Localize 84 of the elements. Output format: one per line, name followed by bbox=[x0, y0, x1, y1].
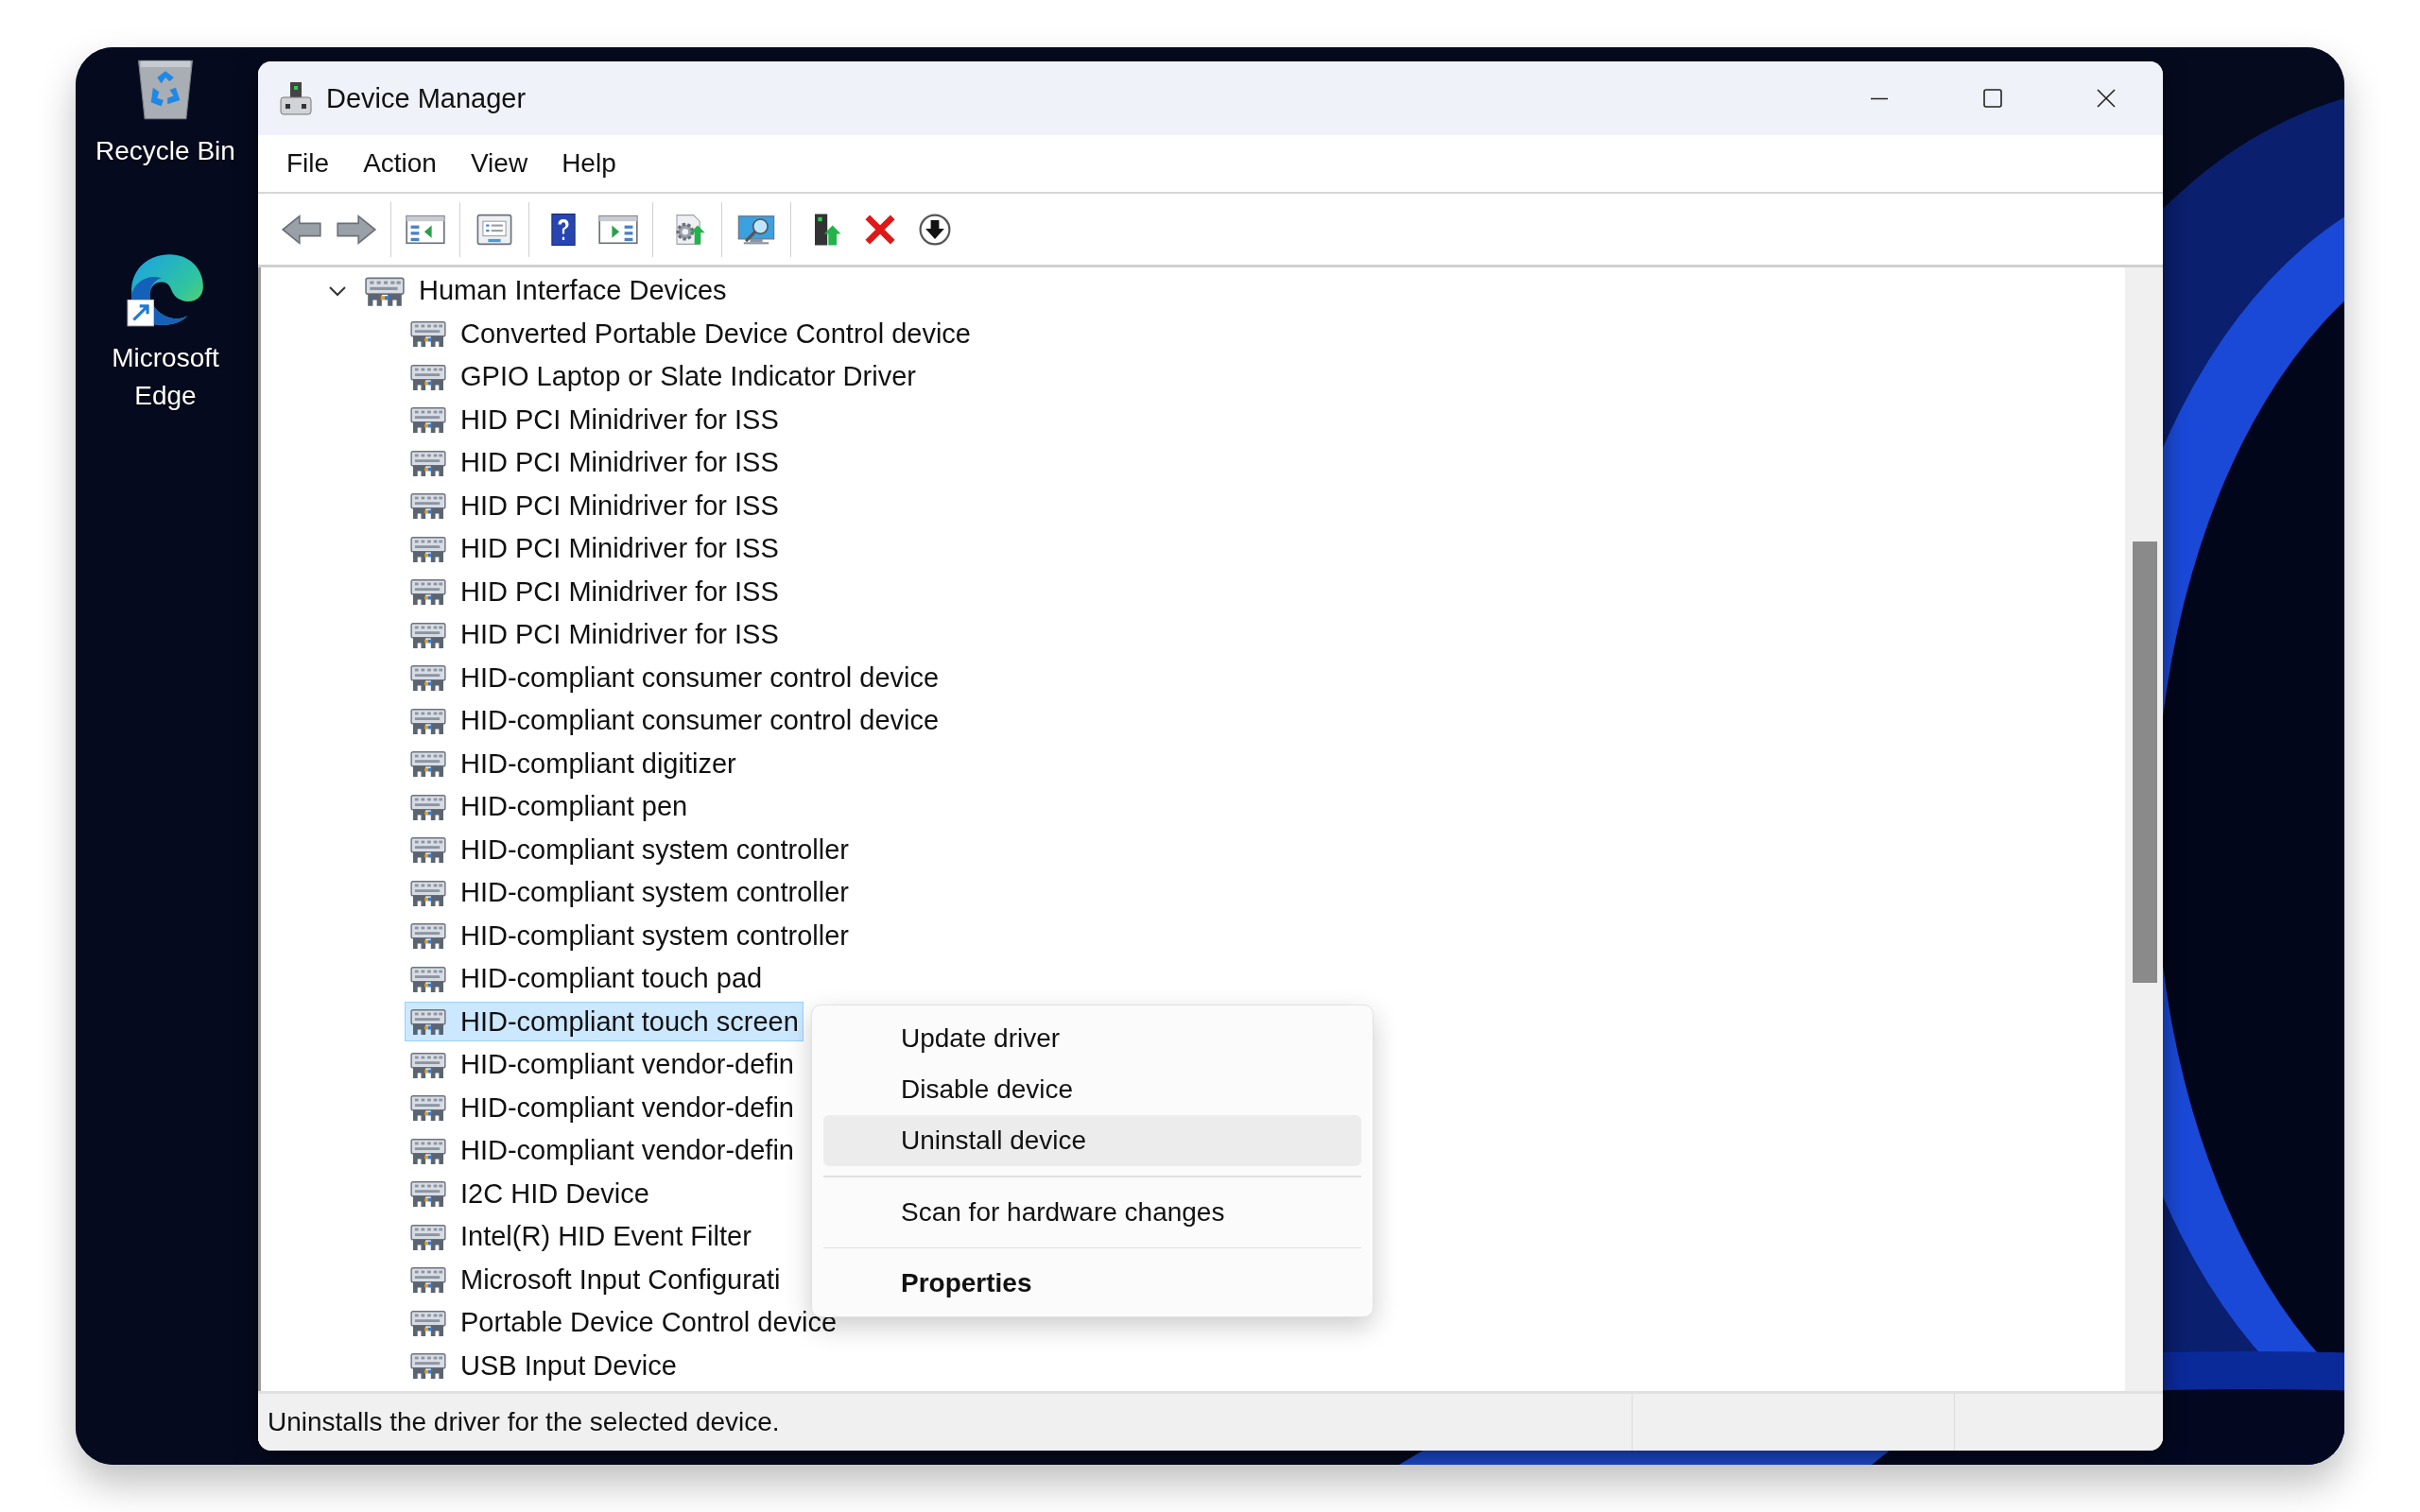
tree-item[interactable]: HID PCI Minidriver for ISS bbox=[405, 442, 784, 483]
device-icon bbox=[409, 404, 447, 436]
device-icon bbox=[409, 748, 447, 780]
tree-item-label: Portable Device Control device bbox=[460, 1307, 838, 1339]
tree-item[interactable]: Human Interface Devices bbox=[359, 270, 732, 311]
tree-item-label: HID PCI Minidriver for ISS bbox=[460, 490, 779, 522]
tree-item[interactable]: HID-compliant touch pad bbox=[405, 958, 768, 999]
tree-item-label: HID PCI Minidriver for ISS bbox=[460, 404, 779, 436]
tree-item-label: Intel(R) HID Event Filter bbox=[460, 1221, 752, 1253]
tree-item[interactable]: HID-compliant system controller bbox=[405, 916, 854, 956]
tree-item-label: HID PCI Minidriver for ISS bbox=[460, 533, 779, 565]
device-icon bbox=[279, 80, 313, 116]
device-icon bbox=[409, 1264, 447, 1296]
device-icon bbox=[409, 834, 447, 866]
forward-arrow-icon[interactable] bbox=[336, 212, 377, 247]
tree-item[interactable]: HID PCI Minidriver for ISS bbox=[405, 614, 784, 655]
tree-item[interactable]: HID-compliant touch screen bbox=[405, 1002, 804, 1042]
context-menu-item[interactable]: Uninstall device bbox=[823, 1115, 1361, 1166]
status-text: Uninstalls the driver for the selected device. bbox=[267, 1407, 781, 1437]
tree-item-label: GPIO Laptop or Slate Indicator Driver bbox=[460, 361, 916, 393]
tree-item-label: HID-compliant vendor-defin bbox=[460, 1049, 794, 1081]
tree-item[interactable]: HID-compliant vendor-defin bbox=[405, 1044, 799, 1085]
tree-item-label: Converted Portable Device Control device bbox=[460, 318, 971, 350]
tree-item[interactable]: GPIO Laptop or Slate Indicator Driver bbox=[405, 356, 921, 397]
menu-item[interactable]: Help bbox=[544, 143, 633, 184]
device-icon bbox=[409, 318, 447, 350]
tree-item-label: HID-compliant touch pad bbox=[460, 963, 763, 995]
desktop-icon-label[interactable]: Recycle Bin bbox=[95, 132, 235, 170]
tree-item[interactable]: USB Input Device bbox=[405, 1346, 682, 1386]
tree-item[interactable]: HID PCI Minidriver for ISS bbox=[405, 400, 784, 440]
device-icon bbox=[409, 662, 447, 694]
tree-item[interactable]: Microsoft Input Configurati bbox=[405, 1260, 786, 1300]
device-icon bbox=[409, 1178, 447, 1210]
tree-item-label: Microsoft Input Configurati bbox=[460, 1263, 781, 1296]
device-icon bbox=[409, 1092, 447, 1124]
device-icon bbox=[409, 576, 447, 608]
context-menu-item[interactable]: Scan for hardware changes bbox=[823, 1186, 1361, 1238]
device-icon bbox=[409, 490, 447, 522]
tree-item[interactable]: HID-compliant digitizer bbox=[405, 744, 741, 784]
tree-item-label: HID-compliant consumer control device bbox=[460, 705, 940, 737]
tree-item-label: HID-compliant vendor-defin bbox=[460, 1135, 794, 1167]
tree-item-label: HID-compliant consumer control device bbox=[460, 662, 940, 694]
tree-item[interactable]: HID-compliant consumer control device bbox=[405, 658, 944, 698]
tree-item-label: HID-compliant system controller bbox=[460, 877, 849, 909]
tree-item[interactable]: HID PCI Minidriver for ISS bbox=[405, 572, 784, 612]
close-icon bbox=[2095, 87, 2118, 110]
maximize-icon bbox=[1981, 87, 2004, 110]
scrollbar-thumb[interactable] bbox=[2133, 541, 2157, 983]
device-icon bbox=[409, 920, 447, 952]
tree-item[interactable]: HID-compliant vendor-defin bbox=[405, 1088, 799, 1128]
minimize-icon bbox=[1868, 96, 1891, 100]
context-menu-item[interactable]: Update driver bbox=[823, 1013, 1361, 1064]
desktop-icon-label[interactable]: Microsoft Edge bbox=[109, 339, 222, 415]
menu-item[interactable]: Action bbox=[346, 143, 454, 184]
tree-item-label: Human Interface Devices bbox=[419, 275, 727, 307]
tree-item[interactable]: I2C HID Device bbox=[405, 1174, 654, 1214]
device-icon bbox=[409, 1006, 447, 1038]
tree-item[interactable]: HID PCI Minidriver for ISS bbox=[405, 528, 784, 569]
menu-item[interactable]: File bbox=[269, 143, 347, 184]
tree-item-label: HID PCI Minidriver for ISS bbox=[460, 447, 779, 479]
tree-item-label: HID-compliant system controller bbox=[460, 833, 849, 866]
tree-item-label: HID-compliant system controller bbox=[460, 919, 849, 952]
tree-item[interactable]: HID PCI Minidriver for ISS bbox=[405, 486, 784, 526]
back-arrow-icon[interactable] bbox=[281, 212, 322, 247]
tree-item-label: HID-compliant vendor-defin bbox=[460, 1091, 794, 1124]
scrollbar[interactable] bbox=[2125, 267, 2163, 1391]
tree-item[interactable]: HID-compliant system controller bbox=[405, 872, 854, 913]
tree-item-label: HID-compliant digitizer bbox=[460, 747, 736, 780]
tree-item[interactable]: HID-compliant consumer control device bbox=[405, 700, 944, 741]
tree-item[interactable]: HID-compliant system controller bbox=[405, 830, 854, 870]
window-title: Device Manager bbox=[326, 82, 527, 114]
device-icon bbox=[409, 1350, 447, 1382]
tree-item-label: I2C HID Device bbox=[460, 1177, 649, 1210]
menu-item[interactable]: View bbox=[453, 143, 545, 184]
tree-item[interactable]: HID-compliant vendor-defin bbox=[405, 1130, 799, 1171]
tree-item-label: HID PCI Minidriver for ISS bbox=[460, 619, 779, 651]
tree-item-label: HID PCI Minidriver for ISS bbox=[460, 576, 779, 608]
tree-item-label: USB Input Device bbox=[460, 1349, 677, 1382]
tree-item-label: HID-compliant touch screen bbox=[460, 1005, 799, 1038]
tree-item[interactable]: Intel(R) HID Event Filter bbox=[405, 1216, 756, 1257]
tree-item[interactable]: Converted Portable Device Control device bbox=[405, 314, 976, 354]
tree-item[interactable]: HID-compliant pen bbox=[405, 786, 693, 827]
context-menu-item[interactable]: Disable device bbox=[823, 1064, 1361, 1115]
tree-item-label: HID-compliant pen bbox=[460, 791, 688, 823]
